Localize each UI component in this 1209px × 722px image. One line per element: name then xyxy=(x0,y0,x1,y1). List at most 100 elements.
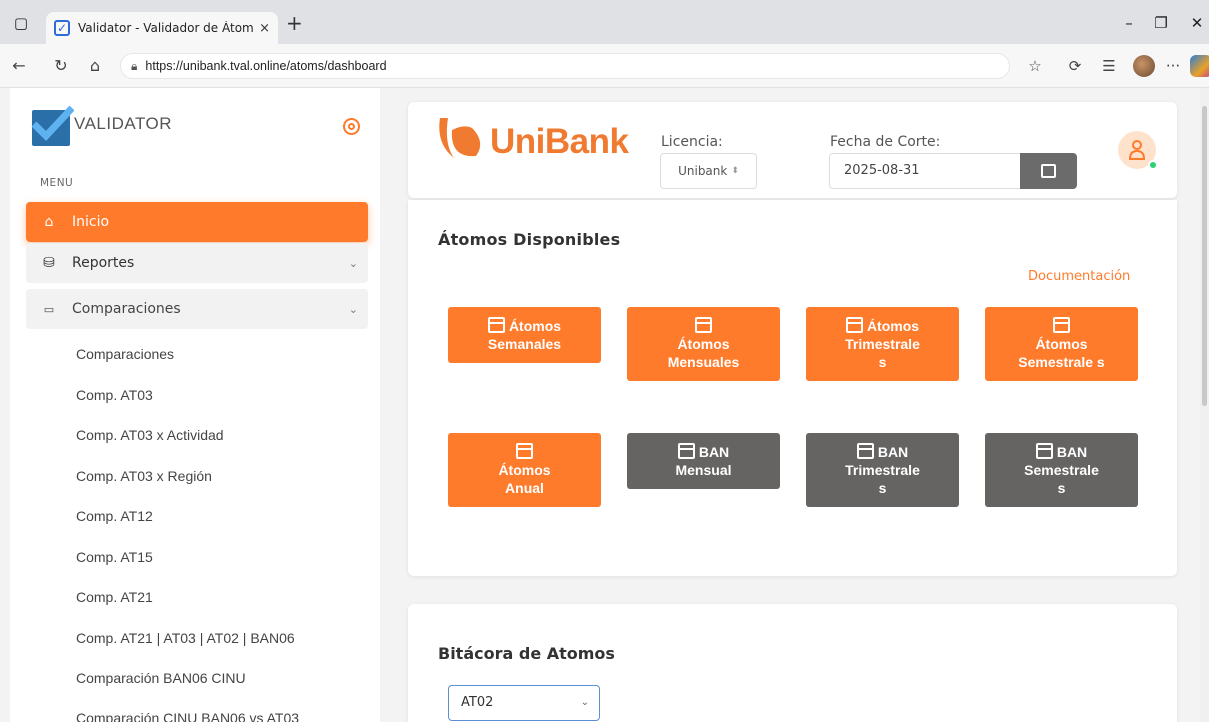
extensions-icon[interactable]: ⟳ xyxy=(1064,55,1086,77)
bitacora-card: Bitácora de Atomos AT02 ⌄ xyxy=(408,604,1177,722)
unibank-logo-icon xyxy=(434,114,494,166)
favorites-list-icon[interactable]: ☰ xyxy=(1098,55,1120,77)
close-window-icon[interactable]: ✕ xyxy=(1186,12,1208,34)
button-label: Anual xyxy=(505,480,544,496)
atomos-mensuales-button[interactable]: Átomos Mensuales xyxy=(627,307,780,381)
header-card: UniBank Licencia: Unibank ⬍ Fecha de Cor… xyxy=(408,102,1177,198)
documentacion-link[interactable]: Documentación xyxy=(1028,269,1130,284)
calendar-icon xyxy=(695,317,712,333)
user-icon xyxy=(1128,140,1146,160)
atomos-semestrales-button[interactable]: Átomos Semestrale s xyxy=(985,307,1138,381)
restore-icon[interactable]: ❐ xyxy=(1150,12,1172,34)
home-icon[interactable]: ⌂ xyxy=(84,55,106,77)
unibank-logo-text: UniBank xyxy=(490,122,629,161)
calendar-icon xyxy=(516,443,533,459)
button-label: Semestrale s xyxy=(1018,354,1105,370)
url-field[interactable]: 🔒︎ https://unibank.tval.online/atoms/das… xyxy=(120,53,1010,79)
sidebar-subitem-comp-at15[interactable]: Comp. AT15 xyxy=(76,549,153,565)
database-icon: ⛁ xyxy=(43,255,55,271)
button-label: BAN xyxy=(1056,444,1088,460)
sidebar-subitem-comp-at03[interactable]: Comp. AT03 xyxy=(76,387,153,403)
button-label: Átomos xyxy=(866,318,920,334)
ban-semestrales-button[interactable]: BAN Semestrale s xyxy=(985,433,1138,507)
bitacora-title: Bitácora de Atomos xyxy=(438,644,615,663)
brand[interactable]: VALIDATOR xyxy=(31,105,173,146)
sort-caret-icon: ⬍ xyxy=(731,166,739,176)
validator-favicon-icon: ✓ xyxy=(54,20,70,36)
new-tab-button[interactable]: + xyxy=(286,12,303,34)
lock-icon: 🔒︎ xyxy=(131,58,138,73)
calendar-icon xyxy=(1041,164,1056,178)
browser-tab[interactable]: ✓ Validator - Validador de Átomos × xyxy=(46,12,278,44)
sidebar-item-reportes[interactable]: ⛁ Reportes ⌄ xyxy=(26,243,368,283)
sidebar-subitem-comparaciones[interactable]: Comparaciones xyxy=(76,346,174,362)
favorite-star-icon[interactable]: ☆ xyxy=(1024,55,1046,77)
calendar-button[interactable] xyxy=(1020,153,1077,189)
refresh-icon[interactable]: ↻ xyxy=(50,55,72,77)
sidebar-subitem-comp-at21-multi[interactable]: Comp. AT21 | AT03 | AT02 | BAN06 xyxy=(76,630,295,646)
atomos-trimestrales-button[interactable]: Átomos Trimestrale s xyxy=(806,307,959,381)
sidebar-item-label: Reportes xyxy=(72,255,135,271)
sidebar-subitem-comp-at03-actividad[interactable]: Comp. AT03 x Actividad xyxy=(76,427,224,443)
atoms-title: Átomos Disponibles xyxy=(438,230,621,249)
page-scrollbar[interactable] xyxy=(1200,88,1209,722)
scrollbar-thumb[interactable] xyxy=(1202,106,1207,406)
sidebar-item-label: Inicio xyxy=(72,214,110,230)
close-tab-icon[interactable]: × xyxy=(259,21,270,36)
ban-trimestrales-button[interactable]: BAN Trimestrale s xyxy=(806,433,959,507)
sidebar-subitem-comp-at21[interactable]: Comp. AT21 xyxy=(76,589,153,605)
bitacora-select-value: AT02 xyxy=(461,695,494,710)
button-label: Átomos xyxy=(1035,336,1088,352)
button-label: BAN xyxy=(698,444,730,460)
button-label: Trimestrale xyxy=(845,462,920,478)
chevron-down-icon: ⌄ xyxy=(348,256,358,270)
sidebar-subitem-comp-at03-region[interactable]: Comp. AT03 x Región xyxy=(76,468,212,484)
brand-name: VALIDATOR xyxy=(74,114,173,133)
sidebar-subitem-comp-cinu-ban06-at03[interactable]: Comparación CINU BAN06 vs AT03 xyxy=(76,710,299,722)
bitacora-atom-select[interactable]: AT02 ⌄ xyxy=(448,685,600,721)
more-options-icon[interactable]: ··· xyxy=(1162,55,1184,77)
tab-title: Validator - Validador de Átomos xyxy=(78,21,254,35)
profile-avatar[interactable] xyxy=(1133,55,1155,77)
online-status-dot xyxy=(1148,160,1158,170)
copilot-icon[interactable] xyxy=(1190,55,1209,77)
calendar-icon xyxy=(487,317,505,333)
chevron-down-icon: ⌄ xyxy=(348,302,358,316)
licencia-value: Unibank xyxy=(678,164,728,178)
minimize-icon[interactable]: – xyxy=(1118,12,1140,34)
button-label: Átomos xyxy=(508,318,562,334)
button-label: s xyxy=(878,354,887,370)
licencia-select[interactable]: Unibank ⬍ xyxy=(660,153,757,189)
sidebar-subitem-comp-at12[interactable]: Comp. AT12 xyxy=(76,508,153,524)
atomos-semanales-button[interactable]: Átomos Semanales xyxy=(448,307,601,363)
tab-actions-icon[interactable]: ▢ xyxy=(10,12,32,34)
calendar-icon xyxy=(1053,317,1070,333)
ban-mensual-button[interactable]: BAN Mensual xyxy=(627,433,780,489)
sidebar-item-comparaciones[interactable]: ▭ Comparaciones ⌄ xyxy=(26,289,368,329)
calendar-icon xyxy=(1035,443,1053,459)
calendar-icon xyxy=(677,443,695,459)
url-text: https://unibank.tval.online/atoms/dashbo… xyxy=(145,59,387,73)
sidebar-item-label: Comparaciones xyxy=(72,301,181,317)
fecha-corte-input[interactable]: 2025-08-31 xyxy=(829,153,1021,189)
button-label: Mensuales xyxy=(667,354,740,370)
licencia-label: Licencia: xyxy=(661,134,723,150)
sidebar-item-inicio[interactable]: ⌂ Inicio xyxy=(26,202,368,242)
button-label: s xyxy=(1057,480,1066,496)
atomos-anual-button[interactable]: Átomos Anual xyxy=(448,433,601,507)
button-label: Átomos xyxy=(498,462,551,478)
sidebar-toggle-icon[interactable] xyxy=(343,118,360,135)
chevron-down-icon: ⌄ xyxy=(580,697,589,708)
home-icon: ⌂ xyxy=(44,214,54,230)
sidebar: VALIDATOR MENU ⌂ Inicio ⛁ Reportes ⌄ ▭ C… xyxy=(10,88,380,722)
address-bar-row: ← ↻ ⌂ 🔒︎ https://unibank.tval.online/ato… xyxy=(0,44,1209,88)
calendar-icon xyxy=(845,317,863,333)
browser-tab-bar: ▢ ✓ Validator - Validador de Átomos × + … xyxy=(0,0,1209,44)
button-label: Semanales xyxy=(487,336,562,352)
calendar-icon xyxy=(856,443,874,459)
sidebar-subitem-comp-ban06-cinu[interactable]: Comparación BAN06 CINU xyxy=(76,670,246,686)
panel-icon: ▭ xyxy=(43,302,55,316)
back-icon[interactable]: ← xyxy=(8,55,30,77)
button-label: Átomos xyxy=(677,336,730,352)
button-label: BAN xyxy=(877,444,909,460)
